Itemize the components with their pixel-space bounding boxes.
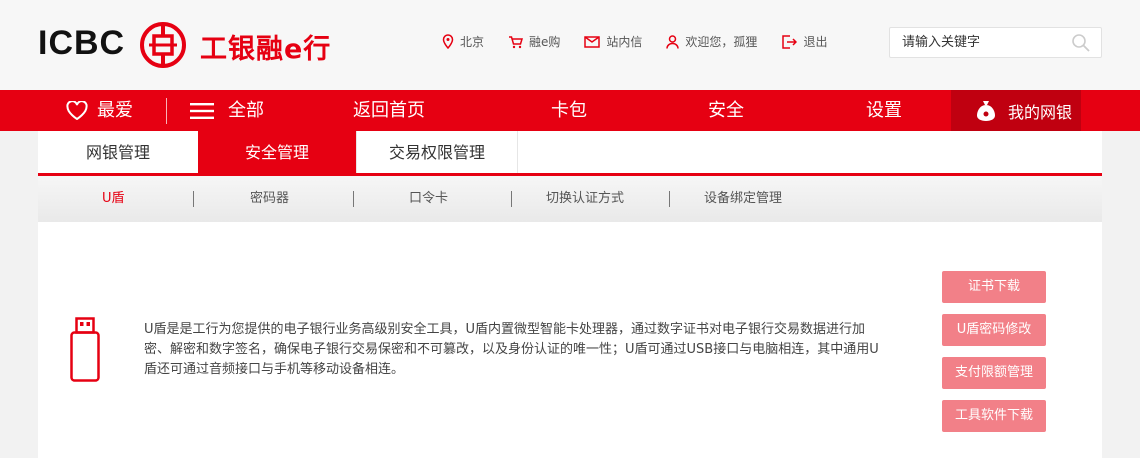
nav-all-label: 全部 bbox=[228, 100, 264, 121]
user-icon bbox=[666, 34, 680, 49]
main-panel: 网银管理 安全管理 交易权限管理 U盾 密码器 口令卡 切换认证方式 设备绑定管… bbox=[38, 131, 1102, 458]
nav-home[interactable]: 返回首页 bbox=[353, 90, 425, 131]
subtab-password-device[interactable]: 密码器 bbox=[250, 176, 289, 222]
search-icon[interactable] bbox=[1071, 33, 1091, 53]
rongegou-link[interactable]: 融e购 bbox=[508, 33, 560, 50]
nav-my-bank[interactable]: 我的网银 bbox=[951, 90, 1081, 131]
subtab-divider bbox=[193, 191, 194, 207]
nav-favorites[interactable]: 最爱 bbox=[66, 90, 133, 131]
icbc-emblem-icon[interactable] bbox=[139, 21, 187, 69]
icbc-logo-text[interactable]: ICBC bbox=[38, 24, 125, 63]
ukey-description: U盾是是工行为您提供的电子银行业务高级别安全工具，U盾内置微型智能卡处理器，通过… bbox=[144, 322, 879, 377]
location-pin-icon bbox=[442, 34, 454, 49]
icbc-logo-chinese[interactable]: 工银融e行 bbox=[200, 27, 331, 66]
nav-divider bbox=[166, 98, 167, 124]
ukey-password-change-button[interactable]: U盾密码修改 bbox=[942, 314, 1046, 346]
logout-link[interactable]: 退出 bbox=[781, 33, 827, 50]
payment-limit-management-button[interactable]: 支付限额管理 bbox=[942, 357, 1046, 389]
inbox-label: 站内信 bbox=[606, 35, 643, 49]
user-link[interactable]: 欢迎您，孤狸 bbox=[666, 33, 757, 50]
logout-icon bbox=[782, 34, 798, 49]
certificate-download-button[interactable]: 证书下载 bbox=[942, 271, 1046, 303]
menu-icon bbox=[190, 102, 214, 119]
money-bag-icon bbox=[977, 100, 995, 121]
tool-software-download-button[interactable]: 工具软件下载 bbox=[942, 400, 1046, 432]
inbox-link[interactable]: 站内信 bbox=[584, 33, 642, 50]
subtab-switch-auth[interactable]: 切换认证方式 bbox=[546, 176, 624, 222]
nav-favorites-label: 最爱 bbox=[97, 100, 133, 121]
nav-all[interactable]: 全部 bbox=[190, 90, 264, 131]
usb-key-icon bbox=[70, 317, 100, 382]
nav-my-bank-label: 我的网银 bbox=[1008, 102, 1073, 122]
cart-icon bbox=[509, 35, 524, 48]
sub-tab-bar: U盾 密码器 口令卡 切换认证方式 设备绑定管理 bbox=[38, 176, 1102, 222]
subtab-divider bbox=[511, 191, 512, 207]
tab-transaction-permission[interactable]: 交易权限管理 bbox=[356, 131, 518, 173]
logout-label: 退出 bbox=[803, 35, 828, 49]
subtab-device-binding[interactable]: 设备绑定管理 bbox=[704, 176, 782, 222]
tab-bar: 网银管理 安全管理 交易权限管理 bbox=[38, 131, 1102, 176]
nav-security[interactable]: 安全 bbox=[708, 90, 744, 131]
mail-icon bbox=[584, 35, 601, 48]
top-links: 北京 融e购 站内信 欢迎您，孤狸 退出 bbox=[442, 33, 851, 50]
nav-cardbag[interactable]: 卡包 bbox=[551, 90, 587, 131]
top-header: ICBC 工银融e行 北京 融e购 站内信 欢迎您，孤狸 退出 bbox=[0, 0, 1140, 90]
ukey-content: U盾是是工行为您提供的电子银行业务高级别安全工具，U盾内置微型智能卡处理器，通过… bbox=[38, 222, 1102, 458]
nav-settings[interactable]: 设置 bbox=[866, 90, 902, 131]
subtab-divider bbox=[669, 191, 670, 207]
welcome-label: 欢迎您，孤狸 bbox=[685, 35, 758, 49]
tab-ebank-management[interactable]: 网银管理 bbox=[38, 131, 198, 173]
location-label: 北京 bbox=[460, 35, 485, 49]
search-input[interactable] bbox=[890, 28, 1065, 57]
tab-security-management[interactable]: 安全管理 bbox=[198, 131, 356, 173]
subtab-token-card[interactable]: 口令卡 bbox=[409, 176, 448, 222]
rongegou-label: 融e购 bbox=[529, 35, 561, 49]
location-link[interactable]: 北京 bbox=[442, 33, 484, 50]
subtab-divider bbox=[353, 191, 354, 207]
search-box bbox=[889, 27, 1102, 58]
subtab-ukey[interactable]: U盾 bbox=[102, 176, 125, 222]
heart-icon bbox=[66, 101, 88, 120]
